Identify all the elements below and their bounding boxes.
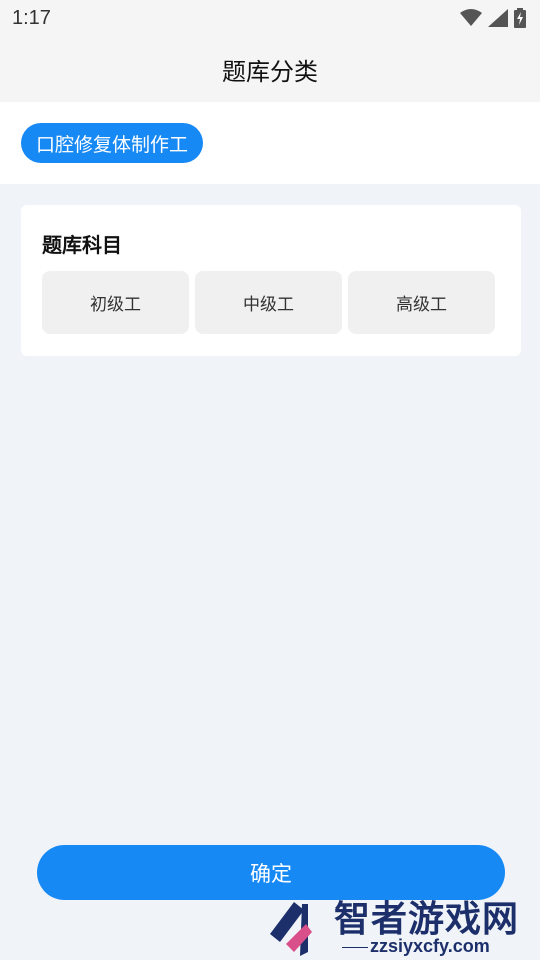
level-options: 初级工 中级工 高级工	[42, 271, 495, 334]
watermark-url: zzsiyxcfy.com	[370, 936, 490, 956]
subject-card: 题库科目 初级工 中级工 高级工	[21, 205, 521, 356]
title-bar: 题库分类	[0, 36, 540, 102]
wifi-icon	[460, 9, 482, 26]
page-title: 题库分类	[222, 57, 318, 86]
status-time: 1:17	[12, 6, 51, 29]
subject-title: 题库科目	[42, 233, 122, 257]
watermark-divider	[342, 947, 368, 948]
status-bar: 1:17	[0, 0, 540, 36]
cellular-signal-icon	[488, 9, 508, 27]
watermark-logo-icon	[270, 902, 312, 956]
status-icons	[460, 8, 526, 28]
category-strip: 口腔修复体制作工	[0, 102, 540, 184]
level-option-intermediate[interactable]: 中级工	[195, 271, 342, 334]
watermark: 智者游戏网 zzsiyxcfy.com	[262, 890, 540, 960]
level-option-senior[interactable]: 高级工	[348, 271, 495, 334]
level-option-junior[interactable]: 初级工	[42, 271, 189, 334]
category-chip-selected[interactable]: 口腔修复体制作工	[21, 123, 204, 163]
watermark-text: 智者游戏网	[334, 899, 520, 940]
battery-icon	[514, 8, 526, 28]
